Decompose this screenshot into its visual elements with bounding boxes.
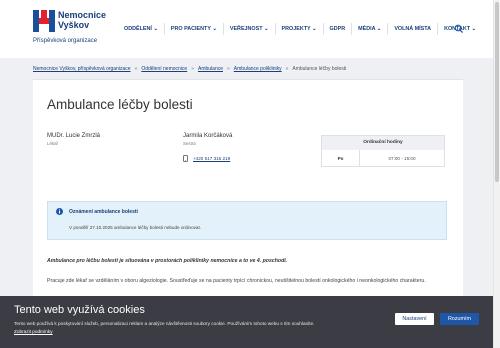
phone-icon (183, 154, 188, 162)
hours-day: Po (322, 150, 360, 167)
cookie-title: Tento web využívá cookies (14, 304, 145, 316)
announcement-alert: Oznámení ambulance bolesti V pondělí 27.… (47, 201, 447, 240)
alert-title: Oznámení ambulance bolesti (69, 209, 138, 215)
nav-item-media[interactable]: MÉDIA ⌄ (351, 23, 387, 35)
cookie-terms-link[interactable]: Zobrazit podmínky (14, 329, 53, 334)
alert-body: V pondělí 27.10.2025 ambulance léčby bol… (69, 225, 202, 230)
breadcrumb-current: Ambulance léčby bolesti (292, 66, 347, 72)
scrollbar-thumb[interactable] (495, 2, 499, 182)
hospital-logo-icon (33, 10, 55, 32)
nav-item-projekty[interactable]: PROJEKTY ⌄ (274, 23, 323, 35)
phone-row: +420 517 315 219 (183, 154, 230, 162)
breadcrumb-link[interactable]: Oddělení nemocnice (141, 66, 187, 74)
staff-nurse: Jarmila Korčáková Sestra (183, 133, 232, 146)
nav-item-volna-mista[interactable]: VOLNÁ MÍSTA (387, 23, 437, 35)
cookie-settings-button[interactable]: Nastavení (395, 313, 434, 325)
main-nav: ODDĚLENÍ ⌄ PRO PACIENTY ⌄ VEŘEJNOST ⌄ PR… (118, 23, 482, 35)
cookie-accept-button[interactable]: Rozumím (440, 313, 479, 325)
breadcrumb: Nemocnice Vyškov, příspěvková organizace… (33, 66, 347, 74)
nav-item-pro-pacienty[interactable]: PRO PACIENTY ⌄ (163, 23, 223, 35)
search-icon[interactable] (454, 24, 464, 34)
logo-tagline: Příspěvková organizace (33, 38, 98, 44)
staff-name: Jarmila Korčáková (183, 133, 233, 139)
hours-time: 07:00 - 15:00 (388, 156, 416, 161)
scrollbar[interactable] (493, 0, 500, 348)
nav-item-gdpr[interactable]: GDPR (322, 23, 352, 35)
phone-link[interactable]: +420 517 315 219 (193, 156, 230, 161)
description-paragraph: Pracuje zde lékař se vzděláním v oboru a… (47, 278, 426, 284)
office-hours-header: Ordinační hodiny (322, 136, 444, 150)
cookie-text: Tento web používá k poskytování služeb, … (14, 321, 315, 326)
cookie-banner: Tento web využívá cookies Tento web použ… (0, 296, 493, 348)
staff-doctor: MUDr. Lucie Zmrzlá Lékař (47, 133, 100, 146)
staff-name: MUDr. Lucie Zmrzlá (47, 133, 101, 139)
nav-item-oddeleni[interactable]: ODDĚLENÍ ⌄ (118, 23, 164, 35)
breadcrumb-link[interactable]: Ambulance polikliniky (234, 66, 282, 74)
site-header: Nemocnice Vyškov Příspěvková organizace … (0, 0, 500, 58)
breadcrumb-link[interactable]: Ambulance (198, 66, 223, 74)
breadcrumb-link[interactable]: Nemocnice Vyškov, příspěvková organizace (33, 66, 131, 74)
nav-item-verejnost[interactable]: VEŘEJNOST ⌄ (222, 23, 275, 35)
logo-text: Nemocnice Vyškov (58, 10, 107, 30)
info-icon (56, 208, 63, 215)
staff-role: Sestra (183, 141, 196, 146)
table-row: Po 07:00 - 15:00 (322, 150, 444, 167)
staff-role: Lékař (47, 141, 58, 146)
page-title: Ambulance léčby bolesti (47, 97, 193, 112)
office-hours-table: Ordinační hodiny Po 07:00 - 15:00 (321, 135, 445, 167)
location-note: Ambulance pro léčbu bolesti je situována… (47, 258, 288, 264)
